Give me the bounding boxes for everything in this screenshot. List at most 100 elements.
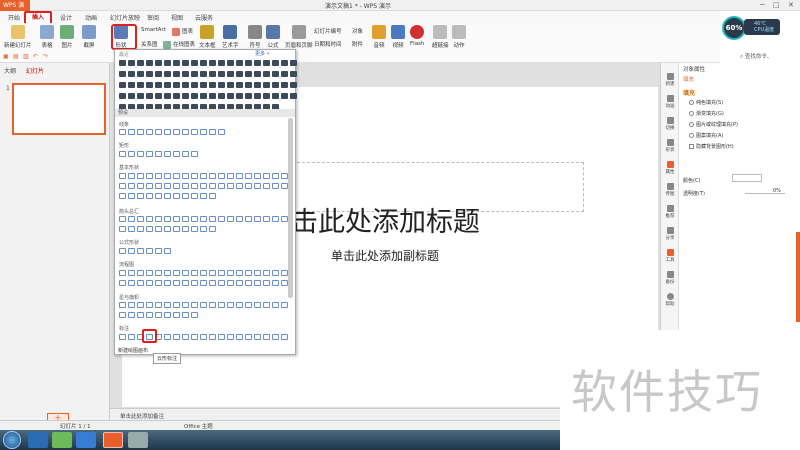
sidebar-shapes[interactable]: 形状	[662, 139, 678, 153]
animation-icon	[666, 95, 674, 102]
fill-section-header[interactable]: 填充	[683, 88, 695, 97]
smartart-button[interactable]: SmartArt	[141, 27, 166, 33]
slides-panel-tabs: 大纲 幻灯片	[0, 63, 109, 75]
sidebar-upload[interactable]: 传图	[662, 183, 678, 197]
slide-subtitle-placeholder[interactable]: 单击此处添加副标题	[331, 247, 439, 264]
shape-row[interactable]	[119, 312, 198, 318]
formula-button[interactable]: 公式	[266, 25, 280, 49]
shape-row[interactable]	[119, 93, 297, 99]
shape-row[interactable]	[119, 151, 198, 157]
shape-row[interactable]	[119, 193, 216, 199]
minimize-icon[interactable]: ─	[760, 1, 764, 9]
more-shapes-link[interactable]: 更多 »	[255, 50, 270, 57]
symbol-button[interactable]: 符号	[248, 25, 262, 49]
flash-button[interactable]: Flash	[410, 25, 424, 47]
print-icon[interactable]: ▥	[23, 53, 29, 60]
tab-slides[interactable]: 幻灯片	[26, 68, 44, 75]
shape-row[interactable]	[119, 216, 288, 222]
command-search[interactable]: ⌕ 查找命令、	[740, 52, 772, 61]
sidebar-recommend[interactable]: 推荐	[662, 205, 678, 219]
slide-title-placeholder[interactable]: 击此处添加标题	[291, 200, 480, 239]
qq-icon[interactable]	[76, 432, 96, 448]
option-gradient-fill[interactable]: 渐变填充(G)	[689, 110, 724, 117]
option-solid-fill[interactable]: 纯色填充(S)	[689, 99, 723, 106]
shape-row[interactable]	[119, 173, 288, 179]
radio-icon	[689, 133, 694, 138]
wechat-icon[interactable]	[52, 432, 72, 448]
shapes-scrollbar[interactable]	[288, 118, 293, 298]
option-pattern-fill[interactable]: 图案填充(A)	[689, 132, 723, 139]
shape-row[interactable]	[119, 129, 225, 135]
wps-presentation-icon[interactable]	[103, 432, 123, 448]
tab-outline[interactable]: 大纲	[4, 68, 16, 75]
slide-thumbnail[interactable]	[12, 83, 106, 135]
shape-row[interactable]	[119, 71, 297, 77]
sidebar-help[interactable]: 帮助	[662, 293, 678, 307]
redo-icon[interactable]: ↷	[43, 53, 48, 60]
tab-animation[interactable]: 动画	[85, 13, 97, 22]
sidebar-animation[interactable]: 动画	[662, 95, 678, 109]
fill-tab[interactable]: 填充	[683, 75, 694, 83]
tab-review[interactable]: 审阅	[147, 13, 159, 22]
sidebar-new[interactable]: 新建	[662, 73, 678, 87]
app-menu-button[interactable]: WPS 演示	[0, 0, 30, 20]
close-icon[interactable]: ✕	[788, 1, 794, 9]
cloud-callout-highlight[interactable]	[142, 329, 157, 343]
datetime-button[interactable]: 日期和时间	[314, 40, 342, 48]
maximize-icon[interactable]: □	[773, 1, 780, 9]
shape-row[interactable]	[119, 248, 171, 254]
save-icon[interactable]: ▤	[13, 53, 19, 60]
sidebar-tools[interactable]: 工具	[662, 249, 678, 263]
online-chart-icon	[163, 40, 171, 49]
backup-icon	[666, 271, 674, 278]
shape-row[interactable]	[119, 82, 297, 88]
option-picture-fill[interactable]: 图片或纹理填充(P)	[689, 121, 738, 128]
new-slide-button[interactable]: 新建幻灯片	[4, 25, 32, 49]
hyperlink-button[interactable]: 超链接	[432, 25, 449, 49]
chart-button[interactable]: 图表	[172, 27, 193, 36]
object-button[interactable]: 对象	[352, 27, 363, 35]
folder-icon[interactable]: ▣	[3, 53, 9, 60]
wordart-button[interactable]: 艺术字	[222, 25, 239, 49]
online-chart-button[interactable]: 在线图表	[163, 40, 195, 49]
app-icon[interactable]	[128, 432, 148, 448]
sidebar-share[interactable]: 分享	[662, 227, 678, 241]
picture-button[interactable]: 图片	[60, 25, 74, 49]
textbox-button[interactable]: 文本框	[199, 25, 216, 49]
tab-home[interactable]: 开始	[8, 13, 20, 22]
color-picker[interactable]	[732, 174, 762, 182]
new-drawing-canvas-button[interactable]: 新建绘图画布	[118, 347, 148, 354]
transparency-slider[interactable]	[745, 193, 785, 194]
slide-number-button[interactable]: 幻灯片编号	[314, 27, 342, 35]
undo-icon[interactable]: ↶	[33, 53, 38, 60]
video-button[interactable]: 视频	[391, 25, 405, 49]
sidebar-properties[interactable]: 属性	[662, 161, 678, 175]
shape-row[interactable]	[119, 183, 288, 189]
tab-view[interactable]: 视图	[171, 13, 183, 22]
option-hide-background[interactable]: 隐藏背景图形(H)	[689, 143, 734, 150]
performance-widget[interactable]: 60% 46℃ CPU温度	[720, 11, 800, 51]
relation-chart-button[interactable]: 关系图	[141, 40, 158, 48]
shape-row[interactable]	[119, 60, 297, 66]
slide-count: 幻灯片 1 / 1	[60, 424, 91, 430]
shape-row[interactable]	[119, 302, 288, 308]
ie-icon[interactable]	[28, 432, 48, 448]
attachment-button[interactable]: 附件	[352, 40, 363, 48]
notes-pane[interactable]: 单击此处添加备注	[110, 408, 560, 420]
shape-row[interactable]	[119, 280, 288, 286]
tab-design[interactable]: 设计	[60, 13, 72, 22]
screenshot-button[interactable]: 截屏	[82, 25, 96, 49]
radio-icon	[689, 100, 694, 105]
tools-icon	[666, 249, 674, 256]
tab-slideshow[interactable]: 幻灯片放映	[110, 13, 140, 22]
audio-button[interactable]: 音频	[372, 25, 386, 49]
header-footer-button[interactable]: 页眉和页脚	[285, 25, 313, 49]
action-button[interactable]: 动作	[452, 25, 466, 49]
start-button[interactable]	[3, 431, 21, 449]
shape-row[interactable]	[119, 270, 288, 276]
table-button[interactable]: 表格	[40, 25, 54, 49]
sidebar-transition[interactable]: 切换	[662, 117, 678, 131]
shape-row[interactable]	[119, 226, 216, 232]
sidebar-backup[interactable]: 备份	[662, 271, 678, 285]
tab-cloud[interactable]: 云服务	[195, 13, 213, 22]
